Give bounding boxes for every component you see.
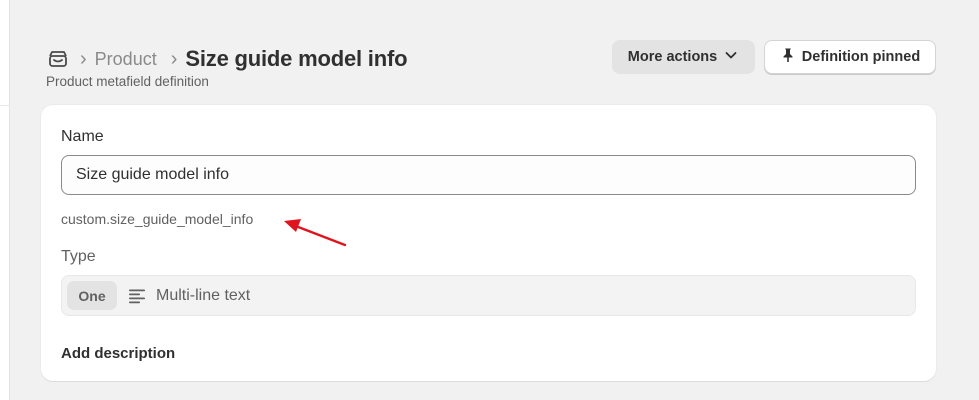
breadcrumb-separator: › [80,47,87,70]
breadcrumb: › Product › Size guide model info [46,42,408,76]
page-title: Size guide model info [185,46,408,71]
type-label: Type [61,248,96,265]
sidebar-divider [0,105,10,106]
breadcrumb-separator: › [170,47,178,70]
type-name: Multi-line text [156,287,251,304]
pin-icon [780,47,796,67]
chevron-down-icon [723,47,739,67]
page-header: › Product › Size guide model info Produc… [46,40,936,96]
definition-pinned-button[interactable]: Definition pinned [764,40,936,74]
cardinality-badge[interactable]: One [67,281,117,310]
more-actions-label: More actions [627,49,718,65]
definition-card: Name custom.size_guide_model_info Type O… [41,105,936,381]
name-input[interactable] [61,155,916,195]
store-icon[interactable] [46,47,70,71]
name-label: Name [61,128,104,145]
type-selector[interactable]: One Multi-line text [61,275,916,316]
page-subtitle: Product metafield definition [46,74,209,89]
add-description-link[interactable]: Add description [61,345,175,362]
annotation-arrow [284,219,347,247]
left-sidebar-edge [0,0,10,400]
more-actions-button[interactable]: More actions [612,40,755,74]
definition-pinned-label: Definition pinned [801,49,921,65]
breadcrumb-product-link[interactable]: Product [95,49,157,70]
text-lines-icon [128,287,146,310]
namespace-key: custom.size_guide_model_info [61,211,254,227]
